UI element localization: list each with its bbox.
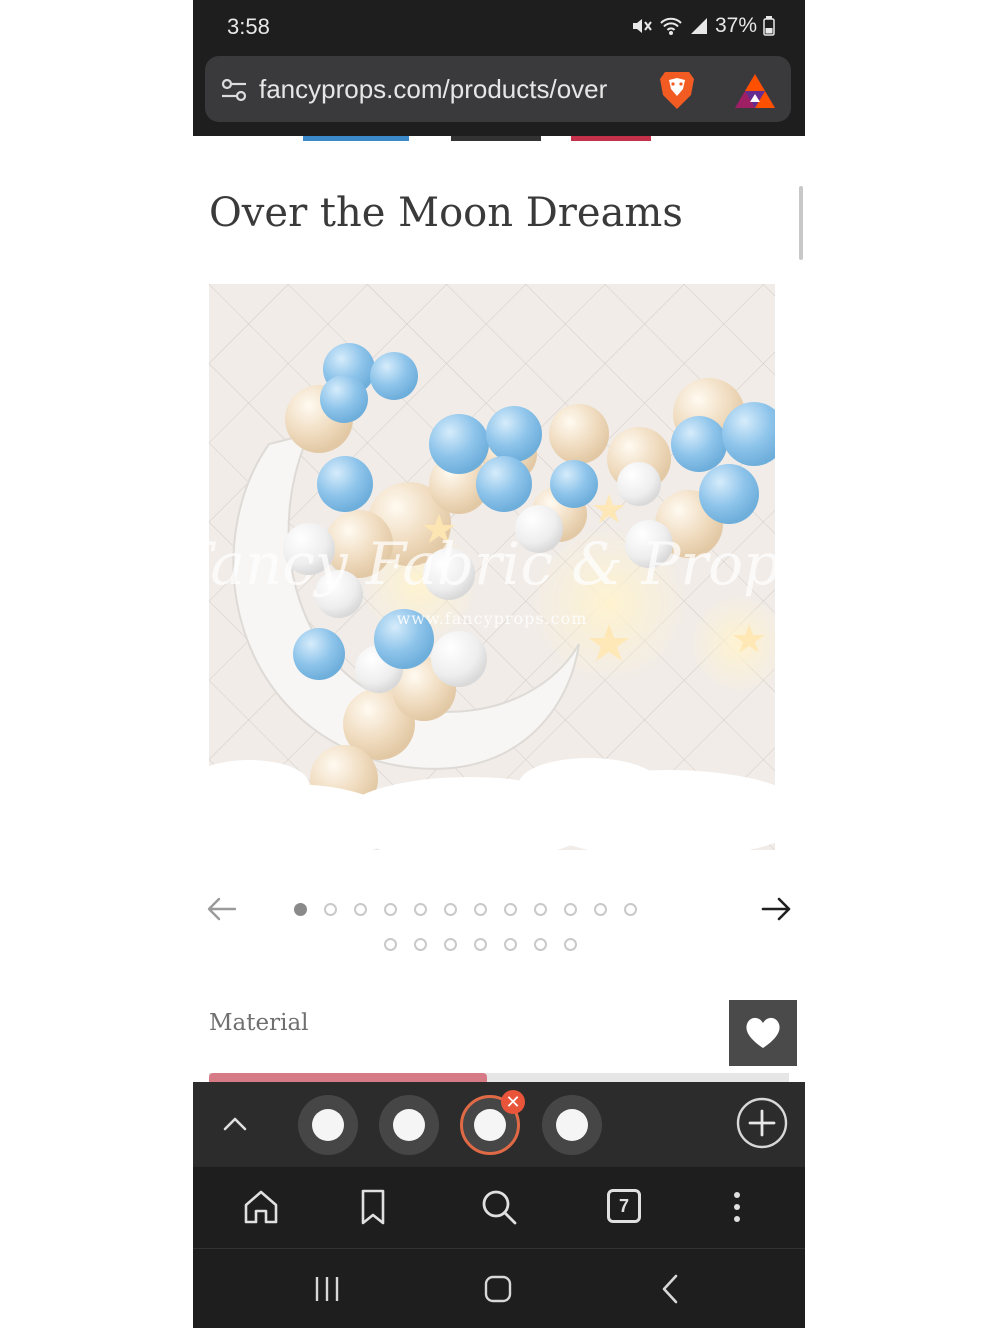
new-tab-plus-icon[interactable] [735, 1096, 789, 1150]
site-settings-icon[interactable] [219, 75, 249, 105]
gallery-dots-row-1 [294, 903, 637, 916]
close-tab-icon[interactable]: ✕ [501, 1090, 525, 1114]
tab-thumbnail[interactable] [298, 1095, 358, 1155]
next-image-arrow-icon[interactable] [759, 892, 793, 926]
watermark-url: www.fancyprops.com [397, 609, 588, 628]
signal-icon [690, 18, 707, 34]
gallery-dot[interactable] [294, 903, 307, 916]
system-navigation-bar [193, 1248, 805, 1328]
wifi-icon [660, 17, 682, 35]
more-menu-icon[interactable] [717, 1187, 757, 1227]
gallery-dot[interactable] [534, 938, 547, 951]
gallery-dot[interactable] [414, 903, 427, 916]
product-photo: Fancy Fabric & Props www.fancyprops.com [209, 284, 775, 850]
address-bar[interactable]: fancyprops.com/products/over [205, 56, 791, 122]
gallery-dot[interactable] [564, 938, 577, 951]
site-nav-accent-red [571, 136, 651, 141]
recents-icon[interactable] [309, 1271, 345, 1307]
chevron-up-icon[interactable] [215, 1104, 255, 1144]
gallery-dot[interactable] [444, 903, 457, 916]
gallery-dot[interactable] [354, 903, 367, 916]
product-image[interactable]: Fancy Fabric & Props www.fancyprops.com [209, 284, 775, 850]
watermark-script: Fancy Fabric & Props [209, 530, 775, 598]
heart-icon [746, 1017, 780, 1048]
brave-shields-icon[interactable] [657, 68, 697, 112]
status-icons: 37% [631, 14, 775, 38]
wishlist-button[interactable] [729, 1000, 797, 1066]
site-nav-accent-blue [303, 136, 409, 141]
site-nav-accent-dark [451, 136, 541, 141]
home-button-icon[interactable] [480, 1271, 516, 1307]
gallery-dot[interactable] [444, 938, 457, 951]
gallery-dot[interactable] [504, 938, 517, 951]
prev-image-arrow-icon[interactable] [205, 892, 239, 926]
gallery-dot[interactable] [384, 903, 397, 916]
url-text[interactable]: fancyprops.com/products/over [259, 74, 639, 105]
browser-address-area: fancyprops.com/products/over [193, 54, 805, 136]
gallery-dot[interactable] [474, 938, 487, 951]
material-section-label[interactable]: Material [209, 1010, 309, 1036]
gallery-dot[interactable] [624, 903, 637, 916]
gallery-dot[interactable] [504, 903, 517, 916]
battery-percentage: 37% [714, 14, 757, 37]
gallery-dot[interactable] [414, 938, 427, 951]
status-time: 3:58 [227, 14, 270, 39]
gallery-dot[interactable] [594, 903, 607, 916]
brave-rewards-icon[interactable] [733, 72, 777, 110]
tab-thumbnail[interactable] [379, 1095, 439, 1155]
phone-screen: 3:58 37% fancyprops.com/products/over Ov… [193, 0, 805, 1328]
bookmark-icon[interactable] [353, 1187, 393, 1227]
mute-icon [632, 19, 652, 33]
product-title: Over the Moon Dreams [209, 190, 683, 236]
gallery-dot[interactable] [384, 938, 397, 951]
gallery-dot[interactable] [564, 903, 577, 916]
back-icon[interactable] [653, 1271, 689, 1307]
tab-switcher-strip: ✕ [193, 1082, 805, 1166]
battery-icon [763, 16, 775, 36]
status-bar: 3:58 37% [193, 0, 805, 54]
gallery-dot[interactable] [324, 903, 337, 916]
gallery-dots-row-2 [384, 938, 577, 951]
search-icon[interactable] [479, 1187, 519, 1227]
tabs-count-icon[interactable]: 7 [607, 1189, 641, 1223]
gallery-dot[interactable] [534, 903, 547, 916]
browser-toolbar: 7 [193, 1166, 805, 1249]
page-scrollbar[interactable] [799, 186, 803, 260]
home-icon[interactable] [241, 1187, 281, 1227]
tab-thumbnail[interactable] [542, 1095, 602, 1155]
gallery-dot[interactable] [474, 903, 487, 916]
